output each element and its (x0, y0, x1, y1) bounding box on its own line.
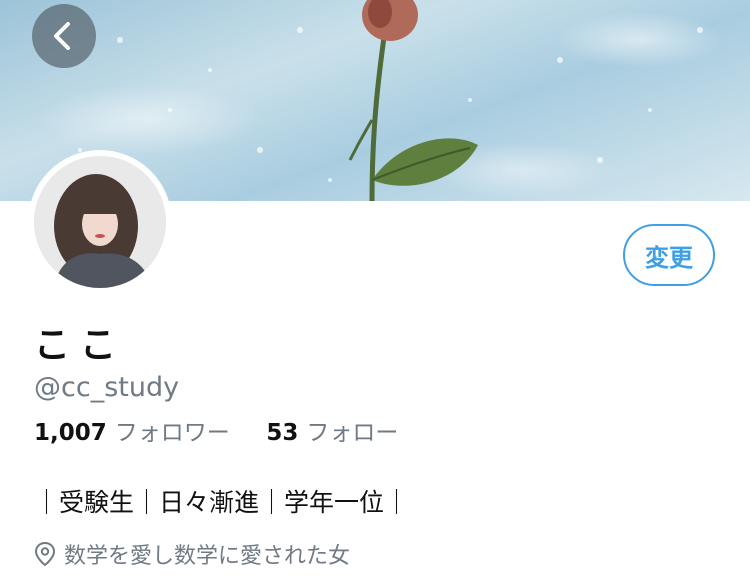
profile-location: 数学を愛し数学に愛された女 (34, 538, 350, 570)
back-button[interactable] (32, 4, 96, 68)
avatar-image (34, 156, 166, 288)
following-count: 53 (266, 420, 299, 446)
display-name: ここ (34, 325, 127, 366)
following-label: フォロー (306, 420, 399, 446)
map-pin-icon (34, 541, 56, 567)
location-text: 数学を愛し数学に愛された女 (64, 544, 351, 569)
followers-count: 1,007 (34, 420, 107, 446)
avatar[interactable] (34, 156, 166, 288)
user-handle: @cc_study (34, 372, 180, 403)
followers-link[interactable]: 1,007 フォロワー (34, 420, 237, 446)
followers-label: フォロワー (114, 420, 230, 446)
profile-bio: ｜受験生｜日々漸進｜学年一位｜ (34, 488, 410, 517)
follow-stats: 1,007 フォロワー 53 フォロー (34, 413, 398, 447)
following-link[interactable]: 53 フォロー (266, 420, 398, 446)
edit-profile-button[interactable]: 変更 (623, 224, 715, 286)
chevron-left-icon (54, 22, 70, 50)
